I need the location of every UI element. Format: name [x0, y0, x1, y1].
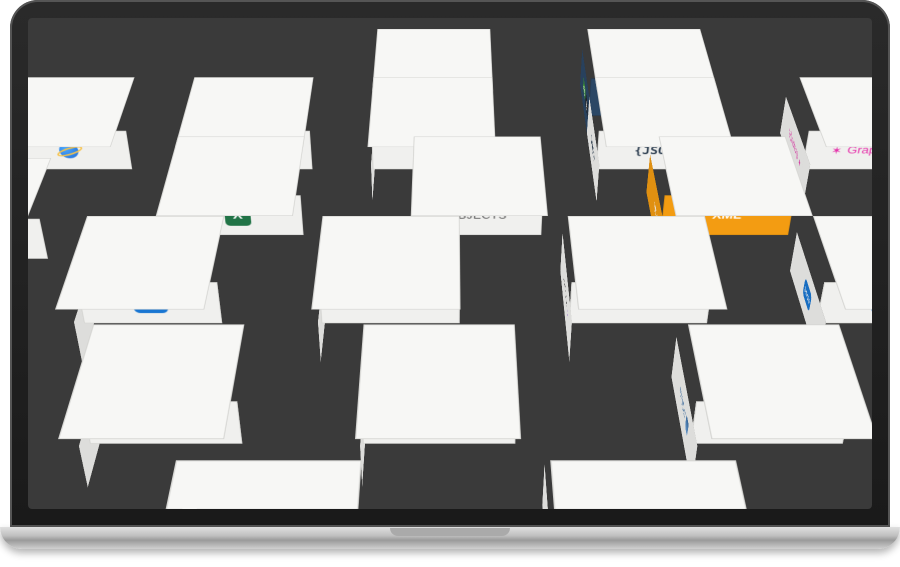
laptop-hinge	[0, 527, 900, 549]
box-graphql: ✶GraphQL ✶GraphQL	[793, 116, 872, 187]
box-own: Own Own	[151, 504, 364, 509]
laptop-screen: CSV CSV IBMDB2 IBMDB2	[28, 18, 872, 509]
box-planet	[28, 116, 140, 187]
box-odata: OData OData	[28, 198, 59, 283]
box-sqlserver: SQL Server SQL Server	[548, 504, 763, 509]
scene-3d: CSV CSV IBMDB2 IBMDB2	[28, 18, 872, 509]
laptop-frame: CSV CSV IBMDB2 IBMDB2	[0, 0, 900, 567]
